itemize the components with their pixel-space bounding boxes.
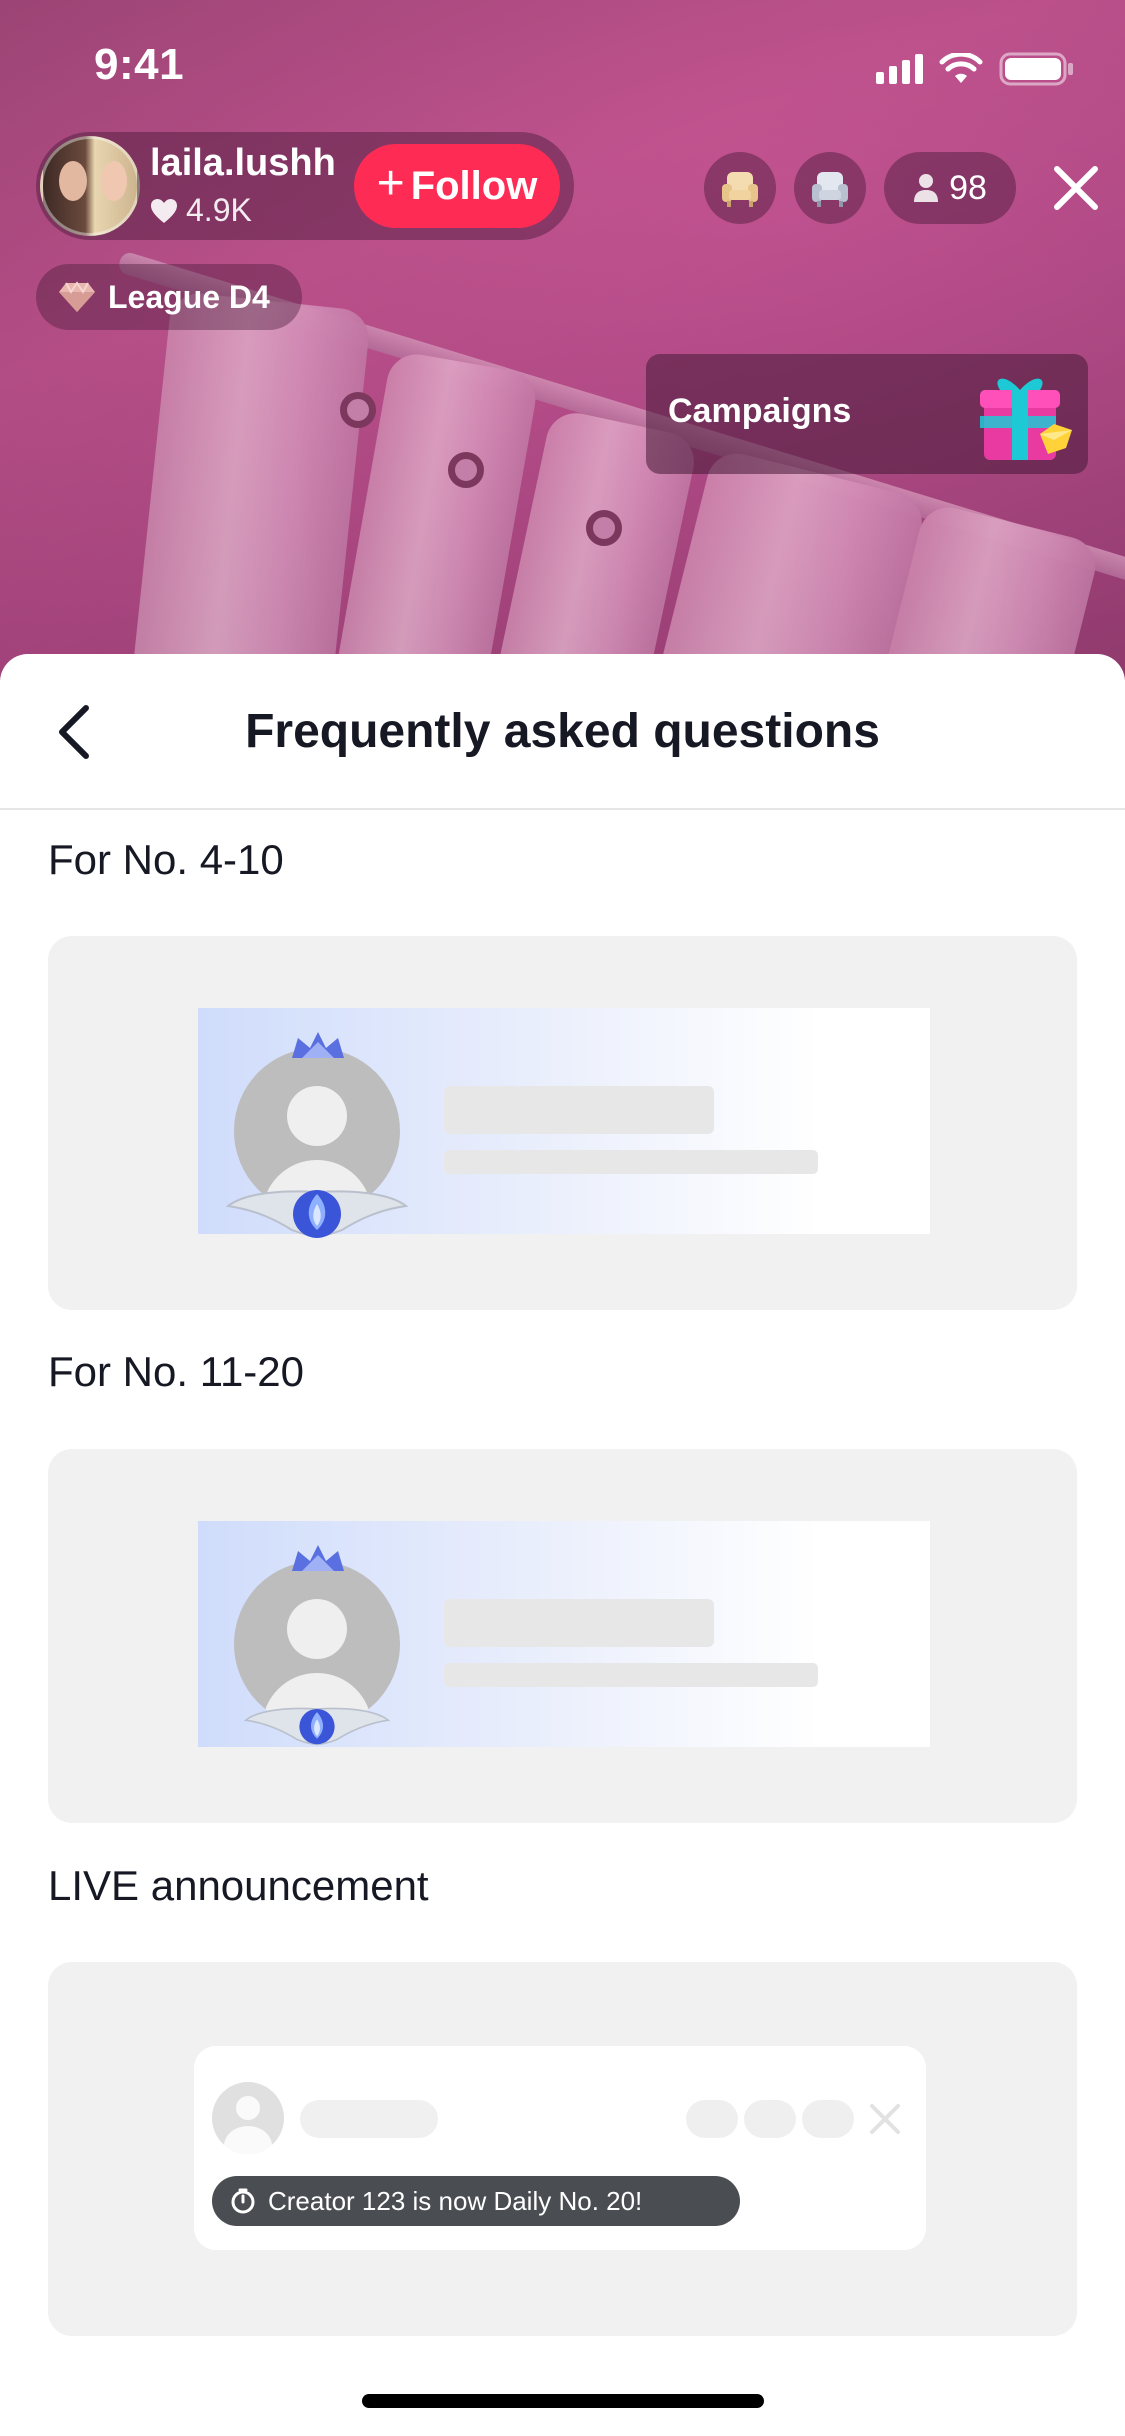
viewer-placeholder: [744, 2100, 796, 2138]
status-time: 9:41: [94, 40, 185, 89]
section-label-no-11-20: For No. 11-20: [48, 1348, 304, 1395]
subtitle-placeholder: [444, 1663, 818, 1687]
campaigns-label: Campaigns: [668, 392, 852, 430]
viewer-count-pill[interactable]: 98: [884, 152, 1016, 224]
person-icon: [914, 174, 939, 202]
host-avatar[interactable]: [40, 136, 140, 236]
follow-button[interactable]: + Follow: [354, 144, 560, 228]
league-label: League D4: [108, 278, 270, 315]
rank-card-preview: [198, 1008, 930, 1238]
rank-card-preview: [198, 1521, 930, 1747]
crown-icon: [292, 1545, 344, 1571]
campaigns-card[interactable]: Campaigns: [646, 354, 1088, 474]
announcement-text: Creator 123 is now Daily No. 20!: [268, 2185, 643, 2216]
battery-icon: [999, 52, 1075, 86]
viewer-count: 98: [949, 168, 987, 207]
seat-icon: [722, 172, 758, 207]
viewer-placeholder: [802, 2100, 854, 2138]
x-icon: [870, 2104, 900, 2134]
sheet-title: Frequently asked questions: [245, 705, 880, 758]
viewer-placeholder: [686, 2100, 738, 2138]
timer-icon: [231, 2188, 255, 2214]
gift-icon: [980, 378, 1072, 460]
sheet-header: Frequently asked questions: [0, 654, 1125, 810]
announcement-card-preview: Creator 123 is now Daily No. 20!: [194, 2046, 926, 2250]
follow-label: Follow: [410, 163, 538, 208]
name-placeholder: [444, 1086, 714, 1134]
faq-bottom-sheet: Frequently asked questions For No. 4-10 …: [0, 654, 1125, 2436]
close-live-button[interactable]: [1038, 150, 1114, 226]
signal-icon: [876, 54, 923, 84]
status-icons: [876, 52, 1075, 86]
heart-icon: [151, 198, 177, 223]
avatar-placeholder: [212, 2082, 284, 2154]
gold-seat-button[interactable]: [704, 152, 776, 224]
wifi-icon: [939, 53, 983, 85]
preview-box-no-11-20: [48, 1449, 1077, 1823]
silver-seat-button[interactable]: [794, 152, 866, 224]
seat-icon: [812, 172, 848, 207]
host-username[interactable]: laila.lushh: [150, 142, 336, 185]
close-icon: [1054, 166, 1098, 210]
home-indicator[interactable]: [362, 2394, 764, 2408]
section-label-no-4-10: For No. 4-10: [48, 836, 284, 883]
wings-icon: [244, 1707, 390, 1746]
diamond-icon: [59, 281, 95, 312]
subtitle-placeholder: [444, 1150, 818, 1174]
host-likes-count: 4.9K: [186, 192, 252, 228]
preview-box-no-4-10: [48, 936, 1077, 1310]
name-placeholder: [444, 1599, 714, 1647]
plus-icon: +: [376, 157, 405, 210]
league-badge[interactable]: League D4: [36, 264, 302, 330]
announcement-toast: Creator 123 is now Daily No. 20!: [212, 2176, 740, 2226]
preview-box-live-announcement: Creator 123 is now Daily No. 20!: [48, 1962, 1077, 2336]
crown-icon: [292, 1032, 344, 1058]
name-placeholder: [300, 2100, 438, 2138]
host-likes: 4.9K: [150, 192, 252, 229]
status-bar: 9:41: [0, 0, 1125, 140]
wings-icon: [226, 1190, 408, 1238]
section-label-live-announcement: LIVE announcement: [48, 1862, 429, 1909]
host-info-pill[interactable]: laila.lushh 4.9K + Follow: [36, 132, 574, 240]
